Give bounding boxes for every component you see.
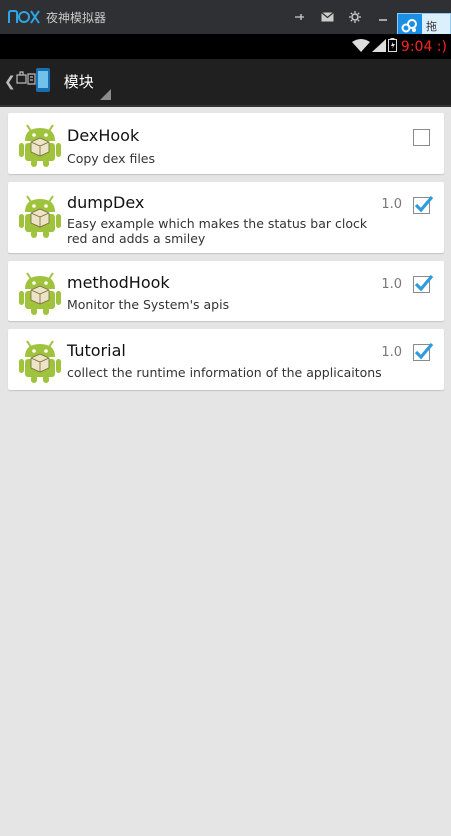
module-item-tutorial[interactable]: Tutorial collect the runtime information…: [8, 329, 444, 390]
module-version: 1.0: [381, 277, 402, 292]
checkmark-icon: [414, 274, 434, 292]
module-name: DexHook: [67, 126, 140, 145]
xposed-app-icon: [16, 65, 50, 99]
android-icon: [19, 337, 61, 387]
android-icon: [19, 121, 61, 171]
module-version: 1.0: [381, 197, 402, 212]
android-icon: [19, 192, 61, 242]
up-navigation[interactable]: ❮: [4, 58, 50, 106]
action-bar: ❮ 模块: [0, 59, 451, 107]
module-enable-checkbox[interactable]: [413, 195, 434, 214]
module-item-dumpdex[interactable]: dumpDex Easy example which makes the sta…: [8, 182, 444, 253]
module-description: Easy example which makes the status bar …: [67, 216, 368, 246]
floating-widget-label: 拖: [426, 20, 437, 33]
module-description: Copy dex files: [67, 151, 156, 166]
action-bar-title[interactable]: 模块: [64, 71, 94, 92]
settings-gear-icon[interactable]: [341, 0, 369, 34]
module-name: Tutorial: [67, 341, 126, 360]
pin-icon[interactable]: [285, 0, 313, 34]
module-enable-checkbox[interactable]: [413, 274, 434, 293]
module-name: dumpDex: [67, 193, 145, 212]
checkmark-icon: [414, 342, 434, 360]
emulator-title: 夜神模拟器: [46, 10, 107, 25]
signal-icon: [371, 37, 386, 56]
checkmark-icon: [414, 195, 434, 213]
spinner-dropdown-indicator[interactable]: [100, 89, 111, 100]
module-enable-checkbox[interactable]: [413, 342, 434, 361]
module-enable-checkbox[interactable]: [413, 129, 430, 146]
message-icon[interactable]: [313, 0, 341, 34]
module-description: Monitor the System's apis: [67, 297, 230, 312]
back-chevron-icon: ❮: [4, 74, 16, 90]
nox-logo: [8, 10, 40, 24]
module-version: 1.0: [381, 345, 402, 360]
battery-icon: [387, 37, 397, 56]
module-item-methodhook[interactable]: methodHook Monitor the System's apis 1.0: [8, 261, 444, 321]
emulator-title-bar: 夜神模拟器 拖: [0, 0, 451, 39]
module-list: DexHook Copy dex files dumpDex Easy exam…: [8, 113, 444, 398]
minimize-icon[interactable]: [369, 0, 397, 34]
status-bar: 9:04 :): [0, 34, 451, 59]
module-item-dexhook[interactable]: DexHook Copy dex files: [8, 113, 444, 174]
module-name: methodHook: [67, 273, 170, 292]
module-description: collect the runtime information of the a…: [67, 365, 382, 380]
android-icon: [19, 269, 61, 319]
status-clock: 9:04 :): [400, 38, 447, 55]
wifi-icon: [351, 37, 370, 56]
